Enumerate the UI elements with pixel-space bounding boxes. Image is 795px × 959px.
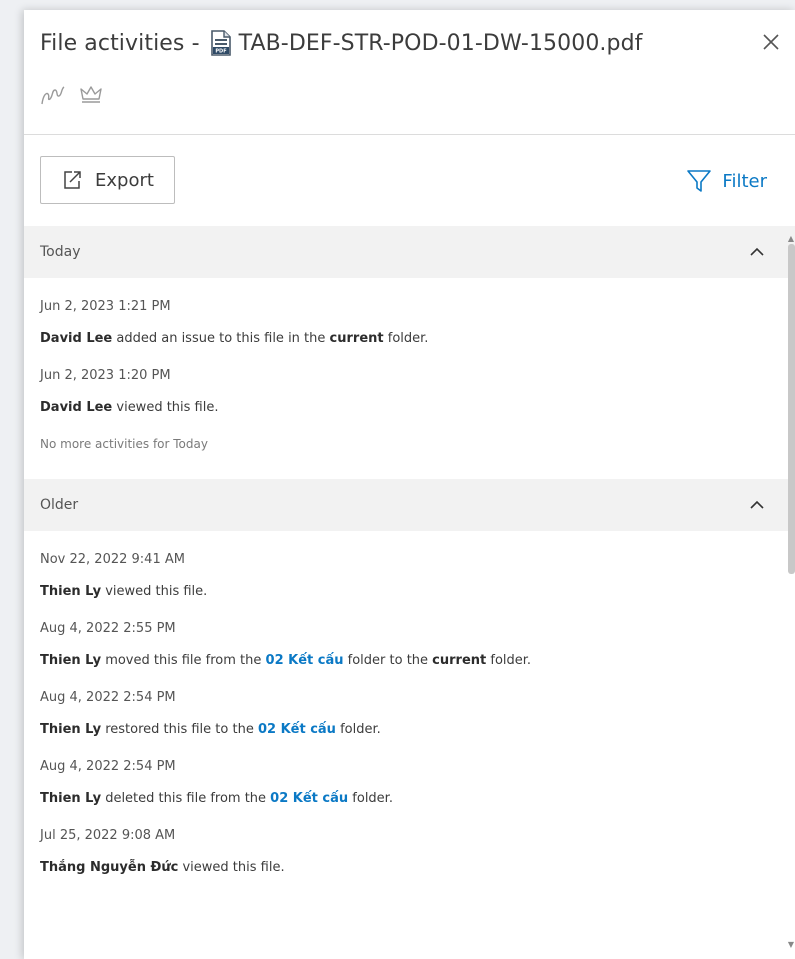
activity-item: Jul 25, 2022 9:08 AM Thắng Nguyễn Đức vi… [40, 827, 779, 877]
activity-time: Jul 25, 2022 9:08 AM [40, 828, 176, 843]
close-button[interactable] [757, 28, 785, 56]
export-label: Export [95, 169, 154, 191]
markup-icon [41, 86, 65, 105]
tag-icons [40, 84, 104, 106]
scroll-up-arrow-icon[interactable]: ▲ [788, 234, 794, 243]
section-header-older[interactable]: Older [24, 479, 795, 531]
panel-title: File activities - PDF TAB-DEF-STR-POD-01… [40, 26, 643, 60]
activity-time: Jun 2, 2023 1:20 PM [40, 368, 171, 383]
file-activities-panel: File activities - PDF TAB-DEF-STR-POD-01… [24, 10, 795, 959]
file-name: TAB-DEF-STR-POD-01-DW-15000.pdf [238, 30, 643, 56]
activity-text-part: moved this file from the [101, 653, 266, 668]
activity-text-part: restored this file to the [101, 722, 258, 737]
activity-user[interactable]: Thắng Nguyễn Đức [40, 860, 178, 875]
pdf-badge-text: PDF [215, 49, 226, 55]
export-button[interactable]: Export [40, 156, 175, 204]
activity-text-part: folder. [383, 331, 429, 346]
title-prefix: File activities - [40, 30, 200, 56]
activity-text-part: viewed this file. [178, 860, 285, 875]
filter-label: Filter [722, 170, 767, 192]
section-title: Older [40, 497, 79, 513]
activity-time: Aug 4, 2022 2:55 PM [40, 621, 176, 636]
activity-text-part: folder. [348, 791, 393, 806]
activity-text: Thien Ly moved this file from the 02 Kết… [40, 652, 779, 670]
no-more-activities: No more activities for Today [40, 437, 208, 451]
section-title: Today [40, 244, 81, 260]
close-icon [763, 34, 779, 50]
activity-item: Jun 2, 2023 1:20 PM David Lee viewed thi… [40, 367, 779, 417]
folder-link[interactable]: 02 Kết cấu [270, 791, 348, 806]
folder-link[interactable]: 02 Kết cấu [266, 653, 344, 668]
filter-icon [687, 170, 712, 192]
activity-user[interactable]: David Lee [40, 400, 112, 415]
filter-button[interactable]: Filter [686, 168, 767, 194]
activity-text-part: viewed this file. [101, 584, 208, 599]
activity-item: Aug 4, 2022 2:55 PM Thien Ly moved this … [40, 620, 779, 670]
section-body-today: Jun 2, 2023 1:21 PM David Lee added an i… [24, 278, 795, 479]
panel-header: File activities - PDF TAB-DEF-STR-POD-01… [24, 10, 795, 135]
activity-item: Nov 22, 2022 9:41 AM Thien Ly viewed thi… [40, 551, 779, 601]
activity-text: Thien Ly viewed this file. [40, 583, 779, 601]
activity-user[interactable]: Thien Ly [40, 653, 101, 668]
activity-user[interactable]: Thien Ly [40, 791, 101, 806]
activity-list: Today Jun 2, 2023 1:21 PM David Lee adde… [24, 226, 795, 959]
activity-text-part: deleted this file from the [101, 791, 271, 806]
activity-time: Aug 4, 2022 2:54 PM [40, 759, 176, 774]
export-icon [64, 171, 81, 189]
activity-text: David Lee viewed this file. [40, 399, 779, 417]
activity-item: Aug 4, 2022 2:54 PM Thien Ly deleted thi… [40, 758, 779, 808]
toolbar: Export Filter [24, 136, 795, 226]
activity-item: Aug 4, 2022 2:54 PM Thien Ly restored th… [40, 689, 779, 739]
activity-time: Jun 2, 2023 1:21 PM [40, 299, 171, 314]
activity-time: Aug 4, 2022 2:54 PM [40, 690, 176, 705]
activity-text-part: added an issue to this file in the [112, 331, 330, 346]
pdf-file-icon: PDF [210, 30, 232, 56]
activity-text: Thắng Nguyễn Đức viewed this file. [40, 859, 779, 877]
activity-user[interactable]: David Lee [40, 331, 112, 346]
folder-name: current [432, 653, 487, 668]
activity-item: Jun 2, 2023 1:21 PM David Lee added an i… [40, 298, 779, 348]
section-header-today[interactable]: Today [24, 226, 795, 278]
crown-icon [80, 86, 102, 103]
folder-name: current [329, 331, 384, 346]
activity-text-part: folder. [486, 653, 532, 668]
section-body-older: Nov 22, 2022 9:41 AM Thien Ly viewed thi… [24, 531, 795, 908]
activity-text: David Lee added an issue to this file in… [40, 330, 779, 348]
activity-text-part: viewed this file. [112, 400, 219, 415]
activity-user[interactable]: Thien Ly [40, 584, 101, 599]
chevron-up-icon [750, 247, 764, 256]
activity-text-part: folder to the [343, 653, 433, 668]
scrollbar-thumb[interactable] [788, 244, 795, 574]
activity-text-part: folder. [335, 722, 381, 737]
activity-text: Thien Ly deleted this file from the 02 K… [40, 790, 779, 808]
activity-time: Nov 22, 2022 9:41 AM [40, 552, 185, 567]
chevron-up-icon [750, 500, 764, 509]
activity-user[interactable]: Thien Ly [40, 722, 101, 737]
scroll-down-arrow-icon[interactable]: ▼ [788, 940, 794, 949]
activity-text: Thien Ly restored this file to the 02 Kế… [40, 721, 779, 739]
folder-link[interactable]: 02 Kết cấu [258, 722, 336, 737]
